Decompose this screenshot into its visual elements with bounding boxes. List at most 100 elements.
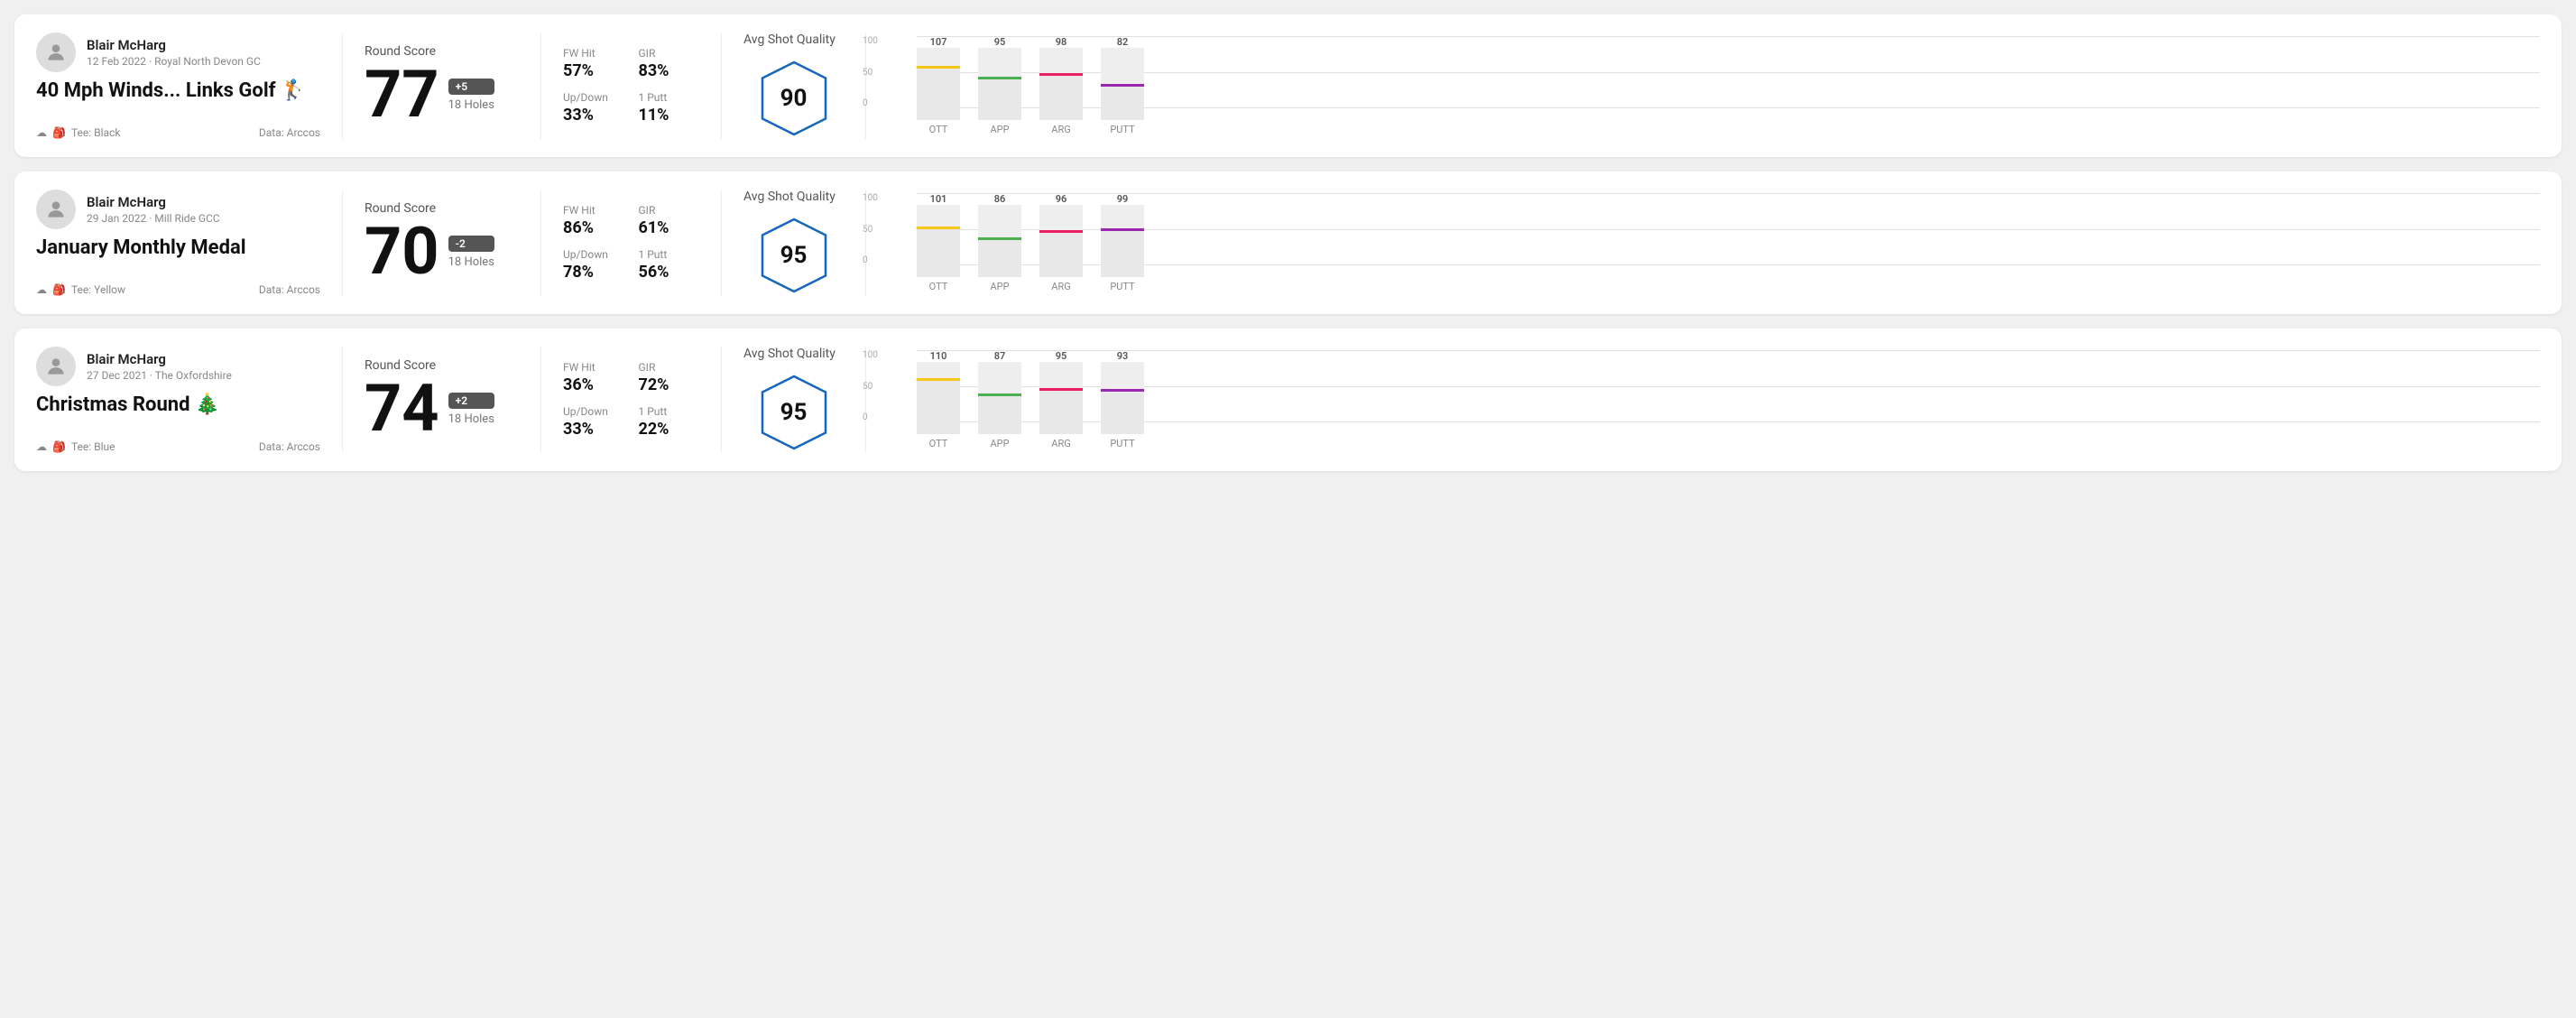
data-source: Data: Arccos bbox=[259, 126, 320, 139]
weather-icon: ☁ bbox=[36, 126, 47, 139]
chart-column: 96 ARG bbox=[1039, 193, 1083, 292]
tee-info: ☁ 🎒 Tee: Blue bbox=[36, 440, 115, 453]
bottom-info: ☁ 🎒 Tee: Yellow Data: Arccos bbox=[36, 283, 320, 296]
tee-info: ☁ 🎒 Tee: Yellow bbox=[36, 283, 125, 296]
data-source: Data: Arccos bbox=[259, 440, 320, 453]
bar-value: 99 bbox=[1117, 193, 1129, 205]
score-row: 70 -2 18 Holes bbox=[365, 219, 519, 284]
chart-column: 110 OTT bbox=[917, 350, 960, 449]
bar-value: 93 bbox=[1117, 350, 1129, 362]
quality-section: Avg Shot Quality 95 bbox=[722, 190, 866, 296]
chart-column: 86 APP bbox=[978, 193, 1021, 292]
round-title: Christmas Round 🎄 bbox=[36, 393, 320, 416]
stats-section: FW Hit 86% GIR 61% Up/Down 78% 1 Putt 56… bbox=[541, 190, 722, 296]
round-left-section: Blair McHarg 27 Dec 2021 · The Oxfordshi… bbox=[36, 347, 343, 453]
round-card-1: Blair McHarg 12 Feb 2022 · Royal North D… bbox=[14, 14, 2562, 157]
round-title: 40 Mph Winds... Links Golf 🏌 bbox=[36, 79, 320, 102]
stats-grid: FW Hit 36% GIR 72% Up/Down 33% 1 Putt 22… bbox=[563, 361, 699, 439]
fw-hit-value: 57% bbox=[563, 61, 624, 80]
bar-wrapper bbox=[917, 205, 960, 277]
bar-label: PUTT bbox=[1110, 124, 1134, 135]
bar-label: APP bbox=[990, 281, 1009, 292]
updown-value: 33% bbox=[563, 420, 624, 439]
quality-section: Avg Shot Quality 95 bbox=[722, 347, 866, 453]
gir-value: 83% bbox=[639, 61, 700, 80]
avatar bbox=[36, 32, 76, 72]
bar-value: 87 bbox=[994, 350, 1006, 362]
fw-hit-label: FW Hit bbox=[563, 361, 624, 374]
gir-value: 72% bbox=[639, 375, 700, 394]
bar-label: OTT bbox=[929, 281, 948, 292]
bar-value: 95 bbox=[1056, 350, 1067, 362]
oneputt-stat: 1 Putt 11% bbox=[639, 91, 700, 125]
hex-score: 95 bbox=[780, 242, 808, 269]
updown-label: Up/Down bbox=[563, 405, 624, 418]
updown-value: 33% bbox=[563, 106, 624, 125]
bottom-info: ☁ 🎒 Tee: Black Data: Arccos bbox=[36, 126, 320, 139]
chart-column: 95 ARG bbox=[1039, 350, 1083, 449]
user-info: Blair McHarg 27 Dec 2021 · The Oxfordshi… bbox=[36, 347, 320, 386]
tee-label: Tee: Blue bbox=[71, 440, 115, 453]
bar-value: 95 bbox=[994, 36, 1006, 48]
user-details: Blair McHarg 27 Dec 2021 · The Oxfordshi… bbox=[87, 351, 232, 382]
updown-stat: Up/Down 33% bbox=[563, 91, 624, 125]
fw-hit-label: FW Hit bbox=[563, 204, 624, 217]
fw-hit-stat: FW Hit 36% bbox=[563, 361, 624, 394]
score-diff-badge: -2 bbox=[448, 236, 494, 252]
updown-label: Up/Down bbox=[563, 248, 624, 261]
bar-wrapper bbox=[1039, 48, 1083, 120]
stats-section: FW Hit 57% GIR 83% Up/Down 33% 1 Putt 11… bbox=[541, 32, 722, 139]
chart-column: 95 APP bbox=[978, 36, 1021, 135]
bar-label: PUTT bbox=[1110, 438, 1134, 449]
weather-icon: ☁ bbox=[36, 283, 47, 296]
updown-value: 78% bbox=[563, 263, 624, 282]
updown-stat: Up/Down 78% bbox=[563, 248, 624, 282]
bar-value: 98 bbox=[1056, 36, 1067, 48]
round-meta: 29 Jan 2022 · Mill Ride GCC bbox=[87, 212, 220, 225]
tee-label: Tee: Yellow bbox=[71, 283, 125, 296]
gir-stat: GIR 61% bbox=[639, 204, 700, 237]
stats-grid: FW Hit 86% GIR 61% Up/Down 78% 1 Putt 56… bbox=[563, 204, 699, 282]
chart-column: 98 ARG bbox=[1039, 36, 1083, 135]
score-holes: 18 Holes bbox=[448, 255, 494, 269]
score-diff-badge: +5 bbox=[448, 79, 494, 95]
score-badge: +2 18 Holes bbox=[448, 393, 494, 426]
oneputt-label: 1 Putt bbox=[639, 248, 700, 261]
bar-label: PUTT bbox=[1110, 281, 1134, 292]
round-meta: 12 Feb 2022 · Royal North Devon GC bbox=[87, 55, 261, 68]
chart-column: 99 PUTT bbox=[1101, 193, 1144, 292]
round-card-3: Blair McHarg 27 Dec 2021 · The Oxfordshi… bbox=[14, 329, 2562, 471]
chart-column: 93 PUTT bbox=[1101, 350, 1144, 449]
bar-value: 101 bbox=[930, 193, 947, 205]
gir-label: GIR bbox=[639, 361, 700, 374]
chart-column: 82 PUTT bbox=[1101, 36, 1144, 135]
bar-wrapper bbox=[917, 48, 960, 120]
bar-wrapper bbox=[1101, 48, 1144, 120]
bar-wrapper bbox=[917, 362, 960, 434]
gir-stat: GIR 72% bbox=[639, 361, 700, 394]
bar-wrapper bbox=[978, 205, 1021, 277]
bag-icon: 🎒 bbox=[52, 283, 66, 296]
avatar bbox=[36, 190, 76, 229]
chart-column: 101 OTT bbox=[917, 193, 960, 292]
score-badge: +5 18 Holes bbox=[448, 79, 494, 112]
round-left-section: Blair McHarg 29 Jan 2022 · Mill Ride GCC… bbox=[36, 190, 343, 296]
bar-wrapper bbox=[978, 48, 1021, 120]
bar-value: 96 bbox=[1056, 193, 1067, 205]
score-number: 70 bbox=[365, 219, 439, 284]
hexagon-container: 95 bbox=[753, 372, 835, 453]
hexagon-container: 95 bbox=[753, 215, 835, 296]
bar-label: OTT bbox=[929, 438, 948, 449]
bar-value: 107 bbox=[930, 36, 947, 48]
user-icon bbox=[44, 355, 68, 378]
chart-section: 100 50 0 101 OTT 86 bbox=[866, 190, 2540, 296]
score-section: Round Score 70 -2 18 Holes bbox=[343, 190, 541, 296]
bar-label: ARG bbox=[1051, 124, 1070, 135]
hex-score: 95 bbox=[780, 399, 808, 426]
bar-label: APP bbox=[990, 124, 1009, 135]
score-row: 74 +2 18 Holes bbox=[365, 376, 519, 441]
score-row: 77 +5 18 Holes bbox=[365, 62, 519, 127]
score-number: 74 bbox=[365, 376, 439, 441]
stats-grid: FW Hit 57% GIR 83% Up/Down 33% 1 Putt 11… bbox=[563, 47, 699, 125]
bar-label: APP bbox=[990, 438, 1009, 449]
